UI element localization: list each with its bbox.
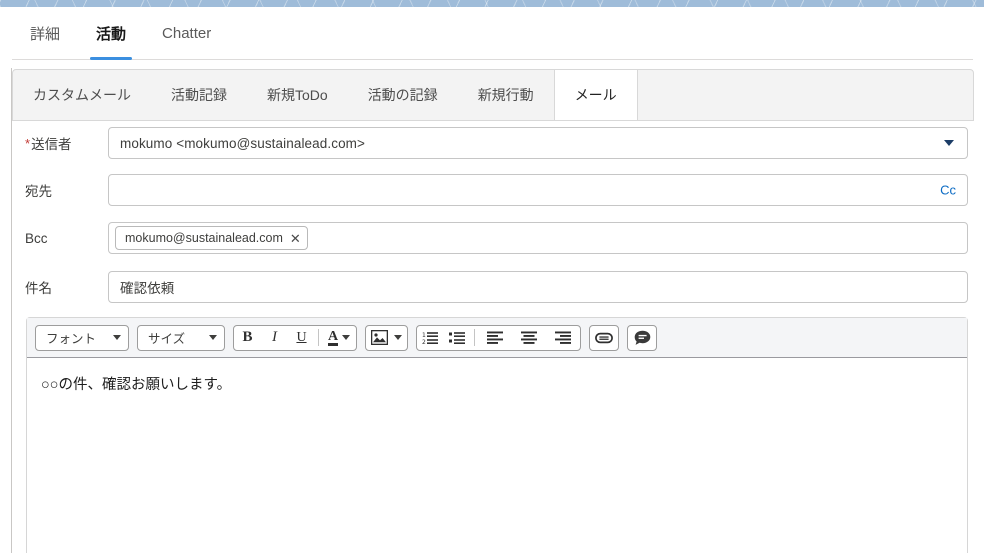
tab-activity[interactable]: 活動 [78,7,144,60]
text-color-button[interactable]: A [322,326,356,350]
from-value: mokumo <mokumo@sustainalead.com> [120,135,366,151]
chevron-down-icon [209,335,217,340]
align-right-button[interactable] [546,326,580,350]
tab-details[interactable]: 詳細 [12,7,78,59]
email-composer-screen: 詳細 活動 Chatter カスタムメール 活動記録 新規ToDo 活動の記録 … [0,0,984,553]
font-family-select-label: フォント [46,332,97,346]
subtab-filler [638,70,973,120]
insert-link-button[interactable] [589,324,619,351]
text-color-icon: A [327,328,339,346]
subtab-log-activity[interactable]: 活動の記録 [348,70,458,120]
align-left-icon [487,331,503,344]
bcc-recipient-chip[interactable]: mokumo@sustainalead.com ✕ [115,226,308,250]
subject-value: 確認依頼 [120,281,175,296]
editor-toolbar: フォント サイズ B I U A 1 2 [27,318,967,358]
subtab-new-todo[interactable]: 新規ToDo [247,70,348,120]
close-icon[interactable]: ✕ [290,232,301,245]
subtab-new-todo-label: 新規ToDo [267,87,328,103]
subject-label: 件名 [25,281,52,296]
image-icon [371,330,388,345]
align-left-button[interactable] [478,326,512,350]
activity-subtab-bar: カスタムメール 活動記録 新規ToDo 活動の記録 新規行動 メール [12,69,974,121]
italic-button[interactable]: I [261,326,288,350]
tab-activity-label: 活動 [96,25,127,43]
subtab-activity-log[interactable]: 活動記録 [151,70,247,120]
svg-text:1: 1 [422,332,426,339]
cc-toggle-link[interactable]: Cc [940,183,956,198]
toolbar-divider [318,329,319,346]
tab-chatter[interactable]: Chatter [144,7,229,59]
main-tab-bar: 詳細 活動 Chatter [0,7,984,60]
rich-text-editor: フォント サイズ B I U A 1 2 ○○の件、確認お願いします。 [26,317,968,553]
font-size-select-label: サイズ [148,332,186,346]
field-row-to: 宛先 Cc [12,174,968,206]
ordered-list-icon: 1 2 [422,331,439,345]
chevron-down-icon [342,335,351,340]
font-family-select[interactable]: フォント [35,324,129,351]
toolbar-divider [474,329,475,346]
from-label-text: 送信者 [31,137,72,152]
email-body-text: ○○の件、確認お願いします。 [41,377,232,393]
chevron-down-icon [394,335,402,340]
bulleted-list-button[interactable] [444,326,471,350]
font-size-select[interactable]: サイズ [137,324,225,351]
bcc-recipient-chip-label: mokumo@sustainalead.com [125,231,283,245]
bulleted-list-icon [449,331,466,345]
subtab-custom-mail-label: カスタムメール [33,87,131,103]
field-row-subject: 件名 確認依頼 [12,271,968,303]
subtab-new-event-label: 新規行動 [477,87,534,103]
subject-input[interactable]: 確認依頼 [108,271,968,303]
underline-icon: U [296,329,307,345]
svg-text:2: 2 [422,339,426,345]
insert-image-button[interactable] [365,324,408,351]
quick-text-button[interactable] [627,324,657,351]
text-format-group: B I U A [233,324,357,351]
email-body-editor[interactable]: ○○の件、確認お願いします。 [27,358,967,553]
tab-details-label: 詳細 [30,25,61,43]
chevron-down-icon [113,335,121,340]
bold-icon: B [242,329,253,345]
email-form: *送信者 mokumo <mokumo@sustainalead.com> 宛先… [12,121,974,553]
subtab-email-label: メール [574,87,617,103]
align-center-button[interactable] [512,326,546,350]
ordered-list-button[interactable]: 1 2 [417,326,444,350]
required-marker-icon: * [25,136,31,151]
subtab-custom-mail[interactable]: カスタムメール [13,70,151,120]
to-input[interactable]: Cc [108,174,968,206]
bold-button[interactable]: B [234,326,261,350]
to-label: 宛先 [25,184,52,199]
tab-chatter-label: Chatter [162,24,212,42]
align-center-icon [521,331,537,344]
list-align-group: 1 2 [416,324,581,351]
link-icon [595,332,613,344]
top-decorative-band [0,0,984,7]
speech-bubble-icon [634,330,651,346]
bcc-input[interactable]: mokumo@sustainalead.com ✕ [108,222,968,254]
underline-button[interactable]: U [288,326,315,350]
subtab-email[interactable]: メール [553,70,638,120]
subtab-activity-log-label: 活動記録 [171,87,227,103]
subtab-log-activity-label: 活動の記録 [367,87,438,103]
field-row-bcc: Bcc mokumo@sustainalead.com ✕ [12,222,968,254]
italic-icon: I [272,329,277,345]
from-label: *送信者 [12,133,108,153]
align-right-icon [555,331,571,344]
subtab-new-event[interactable]: 新規行動 [458,70,554,120]
caret-down-icon[interactable] [944,140,954,146]
field-row-from: *送信者 mokumo <mokumo@sustainalead.com> [12,127,968,159]
bcc-label: Bcc [25,230,48,246]
from-select[interactable]: mokumo <mokumo@sustainalead.com> [108,127,968,159]
